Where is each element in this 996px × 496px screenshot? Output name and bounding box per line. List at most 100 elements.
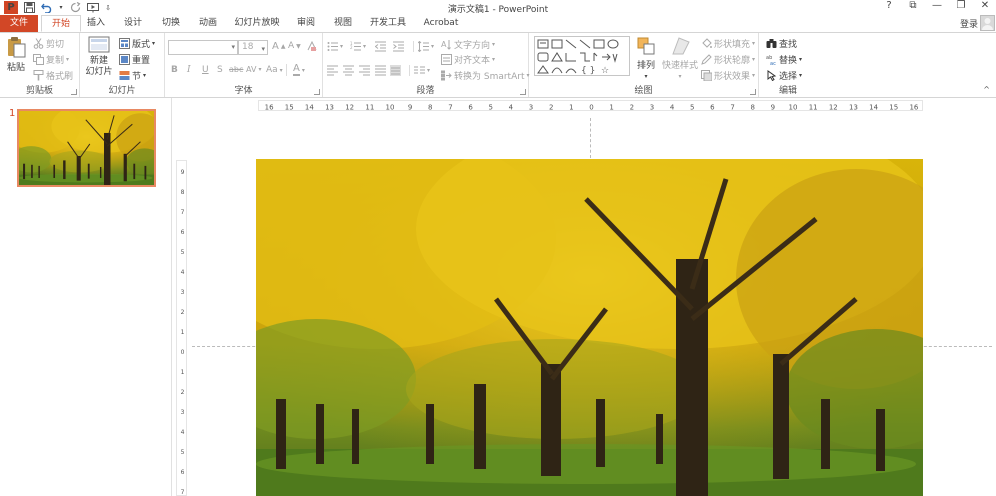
close-icon[interactable]: ✕: [978, 0, 992, 11]
cut-button[interactable]: 剪切: [33, 37, 64, 50]
font-color-button[interactable]: A ▾: [286, 64, 305, 76]
bullets-button[interactable]: ▾: [327, 41, 343, 52]
cut-label: 剪切: [46, 40, 65, 50]
decrease-indent-button[interactable]: [374, 41, 386, 52]
avatar[interactable]: [980, 15, 995, 31]
tab-design[interactable]: 设计: [118, 15, 148, 32]
new-slide-button[interactable]: 新建 幻灯片: [84, 36, 114, 78]
restore-icon[interactable]: ❐: [954, 0, 968, 11]
tab-home[interactable]: 开始: [41, 15, 81, 32]
shapes-gallery[interactable]: { } ☆: [534, 36, 630, 76]
shape-fill-button[interactable]: 形状填充 ▾: [701, 37, 755, 50]
underline-button[interactable]: U: [202, 65, 209, 75]
tab-file[interactable]: 文件: [0, 15, 38, 32]
format-painter-button[interactable]: 格式刷: [33, 69, 73, 82]
align-text-button[interactable]: 对齐文本 ▾: [441, 53, 495, 66]
columns-button[interactable]: ▾: [409, 65, 430, 76]
font-launcher-icon[interactable]: [314, 89, 320, 95]
tab-view[interactable]: 视图: [328, 15, 358, 32]
title-bar: P ▾ ⇩ 演示文稿1 - PowerPoint ? ⧉ — ❐ ✕: [0, 0, 996, 15]
font-name-combo[interactable]: ▾: [168, 40, 238, 55]
ruler-label: 8: [428, 104, 432, 112]
change-case-icon: Aa: [266, 65, 278, 75]
reset-button[interactable]: 重置: [119, 53, 150, 66]
shape-fill-label: 形状填充: [714, 40, 751, 50]
pencil-icon: [701, 54, 712, 65]
copy-button[interactable]: 复制 ▾: [33, 53, 69, 66]
arrange-button[interactable]: 排列 ▾: [632, 36, 660, 80]
slide-thumbnail[interactable]: [17, 109, 156, 187]
quick-styles-icon: [672, 37, 690, 55]
ruler-label: 13: [325, 104, 334, 112]
paste-button[interactable]: 粘贴: [5, 36, 27, 73]
tab-slideshow[interactable]: 幻灯片放映: [233, 15, 281, 32]
reset-label: 重置: [132, 56, 151, 66]
vertical-ruler-ticks: 9 8 7 6 5 4 3 2 1 0 1 2 3 4 5 6 7: [181, 169, 185, 496]
reset-icon: [119, 54, 130, 65]
slide-canvas[interactable]: [256, 159, 923, 496]
new-slide-icon: [88, 36, 110, 53]
bold-button[interactable]: B: [171, 65, 178, 75]
section-button[interactable]: 节 ▾: [119, 69, 146, 82]
drawing-group: { } ☆ 排列 ▾ 快速样式 ▾ 形状填充 ▾ 形状轮廓 ▾ 形状效果 ▾ 绘图: [529, 33, 759, 97]
tab-review[interactable]: 审阅: [291, 15, 321, 32]
tab-animations[interactable]: 动画: [193, 15, 223, 32]
grow-font-button[interactable]: A ▲: [272, 41, 285, 52]
ruler-label: 8: [750, 104, 754, 112]
ruler-label: 8: [181, 189, 185, 196]
italic-button[interactable]: I: [187, 65, 191, 75]
shrink-font-button[interactable]: A ▼: [288, 41, 301, 51]
justify-button[interactable]: [375, 65, 386, 76]
tab-developer[interactable]: 开发工具: [367, 15, 409, 32]
distributed-button[interactable]: [390, 65, 401, 76]
arrange-icon: [637, 37, 655, 55]
ruler-label: 1: [181, 329, 185, 336]
ruler-label: 13: [849, 104, 858, 112]
ribbon-display-options-icon[interactable]: ⧉: [906, 0, 920, 11]
clipboard-launcher-icon[interactable]: [71, 89, 77, 95]
convert-to-smartart-button[interactable]: 转换为 SmartArt ▾: [441, 69, 530, 82]
tab-acrobat[interactable]: Acrobat: [421, 15, 461, 32]
shape-outline-button[interactable]: 形状轮廓 ▾: [701, 53, 755, 66]
minimize-icon[interactable]: —: [930, 0, 944, 11]
numbering-button[interactable]: 1 2 ▾: [350, 41, 366, 52]
tab-insert[interactable]: 插入: [82, 15, 110, 32]
character-spacing-button[interactable]: AV ▾: [246, 65, 261, 74]
line-spacing-icon: [417, 40, 429, 53]
line-spacing-button[interactable]: ▾: [413, 40, 434, 53]
change-case-button[interactable]: Aa ▾: [266, 65, 283, 75]
clear-formatting-button[interactable]: [306, 40, 317, 52]
shadow-button[interactable]: S: [217, 65, 223, 75]
window-title: 演示文稿1 - PowerPoint: [447, 5, 549, 15]
tab-transitions[interactable]: 切换: [156, 15, 186, 32]
strikethrough-button[interactable]: abc: [229, 65, 243, 74]
quick-styles-button[interactable]: 快速样式 ▾: [662, 36, 698, 80]
layout-button[interactable]: 版式 ▾: [119, 37, 155, 50]
shape-effects-button[interactable]: 形状效果 ▾: [701, 69, 755, 82]
vertical-ruler: 9 8 7 6 5 4 3 2 1 0 1 2 3 4 5 6 7: [176, 160, 187, 496]
drawing-launcher-icon[interactable]: [750, 89, 756, 95]
select-button[interactable]: 选择 ▾: [766, 69, 802, 82]
text-direction-button[interactable]: A 文字方向 ▾: [441, 38, 495, 51]
font-size-combo[interactable]: 18 ▾: [238, 40, 268, 55]
drawing-group-label: 绘图: [634, 86, 653, 96]
ruler-label: 5: [181, 449, 185, 456]
increase-indent-button[interactable]: [393, 41, 404, 52]
align-right-button[interactable]: [359, 65, 370, 76]
slide-thumbnail-pane: 1: [0, 98, 172, 496]
replace-button[interactable]: ab ac 替换 ▾: [766, 53, 802, 67]
collapse-ribbon-icon[interactable]: ^: [983, 85, 990, 94]
help-icon[interactable]: ?: [882, 0, 896, 11]
copy-icon: [33, 54, 44, 65]
find-button[interactable]: 查找: [766, 37, 797, 50]
align-center-button[interactable]: [343, 65, 354, 76]
vertical-guide[interactable]: [590, 118, 591, 158]
sign-in-link[interactable]: 登录: [960, 17, 978, 30]
decrease-indent-icon: [374, 41, 386, 52]
align-left-button[interactable]: [327, 65, 338, 76]
forest-photo[interactable]: [256, 159, 923, 496]
paragraph-launcher-icon[interactable]: [520, 89, 526, 95]
shapes-gallery-icons: { } ☆: [537, 39, 619, 76]
paste-icon: [8, 37, 26, 58]
align-text-icon: [441, 54, 452, 65]
